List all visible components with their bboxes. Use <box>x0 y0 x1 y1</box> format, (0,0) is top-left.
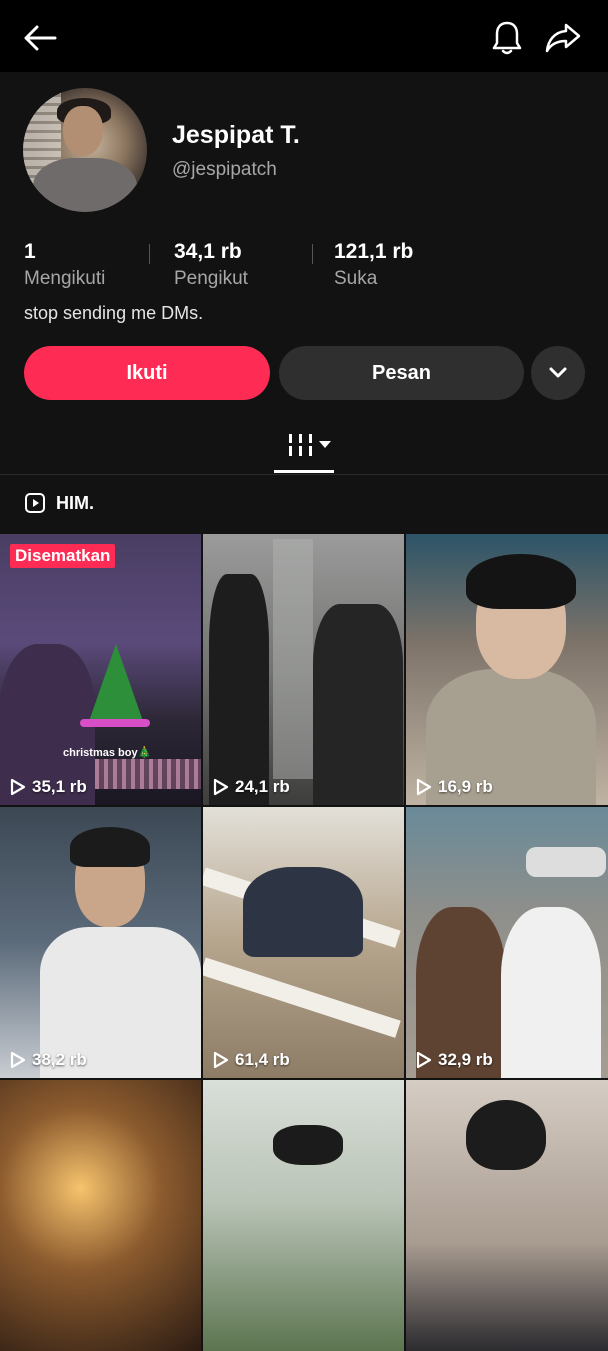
video-thumbnail[interactable] <box>203 1080 404 1351</box>
view-count: 32,9 rb <box>416 1050 493 1070</box>
stat-divider <box>149 244 150 264</box>
bell-icon[interactable] <box>487 18 527 58</box>
stat-divider <box>312 244 313 264</box>
view-count: 61,4 rb <box>213 1050 290 1070</box>
play-icon <box>416 778 432 796</box>
chevron-down-icon <box>549 367 567 378</box>
view-count-text: 38,2 rb <box>32 1050 87 1069</box>
video-thumbnail[interactable]: 24,1 rb <box>203 534 404 805</box>
view-count-text: 24,1 rb <box>235 777 290 796</box>
playlist-chip[interactable]: HIM. <box>24 492 94 514</box>
video-thumbnail[interactable]: 38,2 rb <box>0 807 201 1078</box>
pinned-badge: Disematkan <box>10 544 116 568</box>
play-icon <box>416 1051 432 1069</box>
stat-following[interactable]: 1 Mengikuti <box>24 240 105 290</box>
content-tabs <box>0 420 608 475</box>
play-square-icon <box>25 493 45 513</box>
stat-followers-label: Pengikut <box>174 268 248 289</box>
video-thumbnail[interactable]: 32,9 rb <box>406 807 608 1078</box>
stat-following-label: Mengikuti <box>24 268 106 289</box>
active-tab-indicator <box>274 470 334 473</box>
view-count-text: 61,4 rb <box>235 1050 290 1069</box>
stat-followers-value: 34,1 rb <box>174 240 242 263</box>
view-count-text: 32,9 rb <box>438 1050 493 1069</box>
message-button[interactable]: Pesan <box>279 346 524 400</box>
profile-handle: @jespipatch <box>172 159 277 180</box>
stat-likes-label: Suka <box>334 268 378 289</box>
stat-likes-value: 121,1 rb <box>334 240 414 263</box>
arrow-left-icon[interactable] <box>20 18 60 58</box>
play-icon <box>213 1051 229 1069</box>
stat-likes[interactable]: 121,1 rb Suka <box>334 240 413 290</box>
follow-button[interactable]: Ikuti <box>24 346 270 400</box>
view-count: 16,9 rb <box>416 777 493 797</box>
view-count-text: 16,9 rb <box>438 777 493 796</box>
video-grid: Disematkan christmas boy🎄 35,1 rb 24,1 r… <box>0 534 608 1351</box>
top-bar <box>0 0 608 72</box>
more-options-button[interactable] <box>531 346 585 400</box>
profile-name: Jespipat T. <box>172 121 300 149</box>
avatar[interactable] <box>23 88 147 212</box>
tab-videos[interactable] <box>285 430 335 460</box>
play-icon <box>10 1051 26 1069</box>
stat-followers[interactable]: 34,1 rb Pengikut <box>174 240 248 290</box>
video-thumbnail[interactable] <box>406 1080 608 1351</box>
view-count: 35,1 rb <box>10 777 87 797</box>
video-thumbnail[interactable]: 61,4 rb <box>203 807 404 1078</box>
video-grid-icon <box>285 434 331 456</box>
stat-following-value: 1 <box>24 240 36 263</box>
video-thumbnail[interactable]: 16,9 rb <box>406 534 608 805</box>
video-thumbnail[interactable]: Disematkan christmas boy🎄 35,1 rb <box>0 534 201 805</box>
view-count: 24,1 rb <box>213 777 290 797</box>
view-count: 38,2 rb <box>10 1050 87 1070</box>
play-icon <box>213 778 229 796</box>
video-thumbnail[interactable] <box>0 1080 201 1351</box>
playlist-label: HIM. <box>56 492 94 513</box>
profile-bio: stop sending me DMs. <box>24 303 204 323</box>
play-icon <box>10 778 26 796</box>
video-caption: christmas boy🎄 <box>63 747 152 759</box>
view-count-text: 35,1 rb <box>32 777 87 796</box>
share-arrow-icon[interactable] <box>543 18 583 58</box>
